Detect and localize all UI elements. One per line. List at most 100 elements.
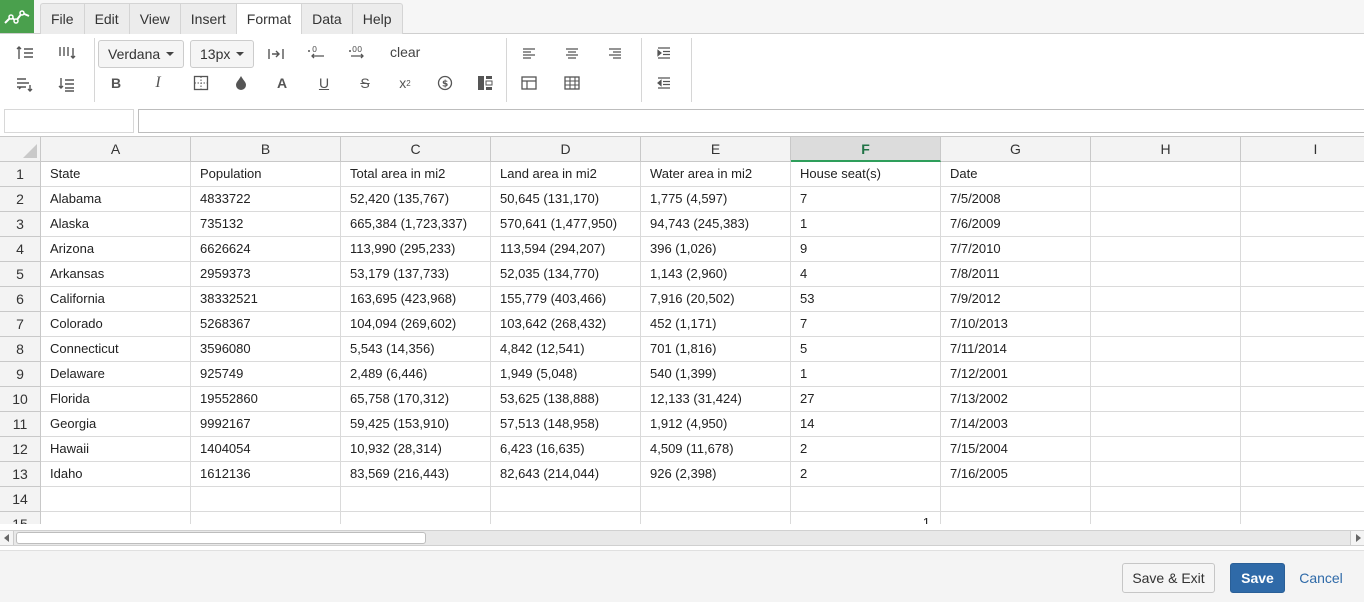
align-right-icon[interactable] (602, 41, 628, 65)
spreadsheet-grid[interactable]: A B C D E F G H I 1 State Population Total area in m… (0, 136, 1364, 524)
table-cell[interactable]: 396 (1,026) (641, 237, 791, 262)
table-cell[interactable]: 7/9/2012 (941, 287, 1091, 312)
table-cell[interactable]: 65,758 (170,312) (341, 387, 491, 412)
table-cell[interactable] (491, 512, 641, 524)
clear-format-button[interactable]: clear (390, 44, 420, 60)
conditional-format-icon[interactable] (472, 71, 498, 95)
table-cell[interactable]: 2,489 (6,446) (341, 362, 491, 387)
table-cell[interactable]: 1,949 (5,048) (491, 362, 641, 387)
table-cell[interactable]: 452 (1,171) (641, 312, 791, 337)
table-cell[interactable] (1241, 237, 1364, 262)
table-cell[interactable]: 7/11/2014 (941, 337, 1091, 362)
table-cell[interactable]: 52,035 (134,770) (491, 262, 641, 287)
table-cell[interactable] (641, 512, 791, 524)
font-family-dropdown[interactable]: Verdana (98, 40, 184, 68)
table-cell[interactable]: Alaska (41, 212, 191, 237)
table-cell[interactable] (1241, 387, 1364, 412)
increase-decimal-icon[interactable]: 00 (345, 40, 371, 64)
column-header-g[interactable]: G (941, 137, 1091, 162)
table-cell[interactable] (1241, 487, 1364, 512)
table-cell[interactable] (1091, 162, 1241, 187)
table-cell[interactable]: 735132 (191, 212, 341, 237)
row-header[interactable]: 7 (0, 312, 41, 337)
column-header-c[interactable]: C (341, 137, 491, 162)
table-cell[interactable] (1091, 462, 1241, 487)
text-color-icon[interactable]: A (269, 71, 295, 95)
table-cell[interactable]: Idaho (41, 462, 191, 487)
table-cell[interactable]: 701 (1,816) (641, 337, 791, 362)
table-cell[interactable]: 5,543 (14,356) (341, 337, 491, 362)
table-cell[interactable]: California (41, 287, 191, 312)
table-cell[interactable]: 2 (791, 437, 941, 462)
table-cell[interactable] (941, 512, 1091, 524)
table-cell[interactable]: Colorado (41, 312, 191, 337)
table-cell[interactable]: 82,643 (214,044) (491, 462, 641, 487)
table-cell[interactable]: 6626624 (191, 237, 341, 262)
table-cell[interactable] (1241, 162, 1364, 187)
table-cell[interactable] (1091, 312, 1241, 337)
table-cell[interactable]: 83,569 (216,443) (341, 462, 491, 487)
decrease-indent-icon[interactable] (651, 71, 677, 95)
table-cell[interactable]: 1612136 (191, 462, 341, 487)
table-cell[interactable]: 7/14/2003 (941, 412, 1091, 437)
table-cell[interactable] (1091, 337, 1241, 362)
table-cell[interactable]: Arkansas (41, 262, 191, 287)
table-cell[interactable]: 7/10/2013 (941, 312, 1091, 337)
align-center-icon[interactable] (559, 41, 585, 65)
column-header-e[interactable]: E (641, 137, 791, 162)
table-cell[interactable]: 7/7/2010 (941, 237, 1091, 262)
table-cell[interactable]: 1,912 (4,950) (641, 412, 791, 437)
table-cell[interactable]: 540 (1,399) (641, 362, 791, 387)
scroll-right-icon[interactable] (1350, 531, 1364, 545)
table-cell[interactable]: 4 (791, 262, 941, 287)
table-cell[interactable]: 4833722 (191, 187, 341, 212)
table-cell[interactable] (1091, 287, 1241, 312)
insert-column-right-icon[interactable] (54, 72, 80, 96)
align-left-icon[interactable] (516, 41, 542, 65)
table-cell[interactable] (341, 512, 491, 524)
menu-view[interactable]: View (128, 3, 180, 34)
table-cell[interactable]: 9992167 (191, 412, 341, 437)
underline-icon[interactable]: U (311, 71, 337, 95)
row-header[interactable]: 9 (0, 362, 41, 387)
table-cell[interactable]: 113,594 (294,207) (491, 237, 641, 262)
font-size-dropdown[interactable]: 13px (190, 40, 254, 68)
menu-help[interactable]: Help (351, 3, 403, 34)
table-cell[interactable]: Water area in mi2 (641, 162, 791, 187)
table-cell[interactable]: 163,695 (423,968) (341, 287, 491, 312)
menu-format[interactable]: Format (235, 3, 302, 35)
save-button[interactable]: Save (1230, 563, 1285, 593)
table-cell[interactable]: 14 (791, 412, 941, 437)
table-cell[interactable]: 113,990 (295,233) (341, 237, 491, 262)
decrease-decimal-icon[interactable]: 0 (303, 40, 329, 64)
table-cell[interactable] (1241, 337, 1364, 362)
row-header[interactable]: 4 (0, 237, 41, 262)
table-cell[interactable] (1091, 487, 1241, 512)
table-cell[interactable]: Delaware (41, 362, 191, 387)
fill-color-icon[interactable] (228, 71, 254, 95)
table-cell[interactable]: Georgia (41, 412, 191, 437)
table-cell[interactable]: Land area in mi2 (491, 162, 641, 187)
table-cell[interactable]: 2959373 (191, 262, 341, 287)
table-cell[interactable]: 57,513 (148,958) (491, 412, 641, 437)
table-cell[interactable] (1091, 212, 1241, 237)
table-cell[interactable]: 7/16/2005 (941, 462, 1091, 487)
column-header-b[interactable]: B (191, 137, 341, 162)
row-header[interactable]: 1 (0, 162, 41, 187)
table-cell[interactable] (1241, 437, 1364, 462)
row-header[interactable]: 2 (0, 187, 41, 212)
table-cell[interactable]: 52,420 (135,767) (341, 187, 491, 212)
strikethrough-icon[interactable]: S (352, 71, 378, 95)
table-cell[interactable]: 1 (791, 362, 941, 387)
table-cell[interactable]: 50,645 (131,170) (491, 187, 641, 212)
table-cell[interactable]: 10,932 (28,314) (341, 437, 491, 462)
menu-data[interactable]: Data (301, 3, 352, 34)
column-header-f[interactable]: F (791, 137, 941, 162)
menu-edit[interactable]: Edit (83, 3, 129, 34)
table-cell[interactable]: State (41, 162, 191, 187)
cell-borders-icon[interactable] (188, 71, 214, 95)
table-cell[interactable]: 925749 (191, 362, 341, 387)
table-cell[interactable]: 9 (791, 237, 941, 262)
table-cell[interactable]: 38332521 (191, 287, 341, 312)
cell-reference-input[interactable] (4, 109, 134, 133)
